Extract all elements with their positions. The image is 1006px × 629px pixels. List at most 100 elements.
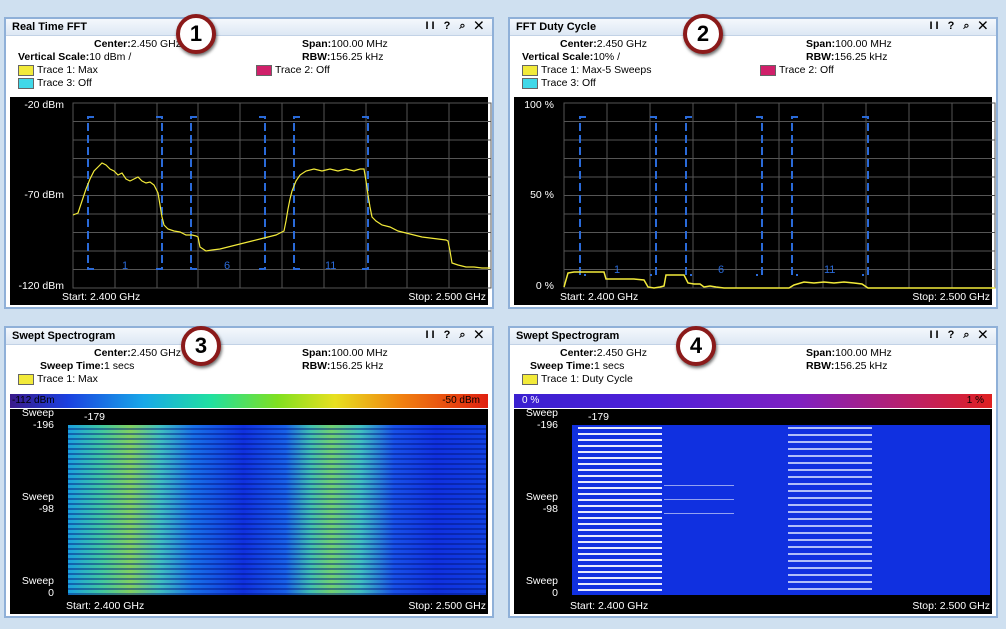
sweep-bottom-label: Sweep 0 — [10, 575, 54, 599]
callout-badge-3: 3 — [181, 326, 221, 366]
center-label: Center: — [94, 38, 131, 50]
sweep-word: Sweep — [21, 407, 54, 419]
span-label: Span: — [806, 38, 836, 50]
spectrogram-image — [572, 425, 990, 595]
trace1-legend[interactable]: Trace 1: Max — [18, 373, 98, 385]
y-axis-top-label: -20 dBm — [24, 99, 64, 111]
amplitude-color-scale[interactable]: -112 dBm -50 dBm — [10, 394, 488, 408]
span-value: 100.00 MHz — [835, 347, 892, 359]
stop-frequency: Stop: 2.500 GHz — [408, 600, 486, 612]
scale-max-label: -50 dBm — [442, 395, 480, 406]
marker-bar: -179 — [570, 409, 992, 425]
sweep-mid-value: -98 — [38, 503, 54, 515]
frequency-range: Start: 2.400 GHz Stop: 2.500 GHz — [514, 598, 992, 614]
swept-spectrogram-panel-duty-cycle: Swept Spectrogram II ? ⌕ ✕ Center:2.450 … — [508, 326, 998, 618]
trace3-swatch — [522, 77, 538, 89]
panel-titlebar[interactable]: Swept Spectrogram II ? ⌕ ✕ — [510, 328, 996, 345]
duty-cycle-color-scale[interactable]: 0 % 1 % — [514, 394, 992, 408]
rbw-label: RBW: — [806, 360, 835, 372]
sweep-word: Sweep — [21, 575, 54, 587]
trace2-swatch — [256, 64, 272, 76]
rbw-label: RBW: — [302, 51, 331, 63]
center-value: 2.450 GHz — [596, 347, 647, 359]
panel-titlebar[interactable]: Real Time FFT II ? ⌕ ✕ — [6, 19, 492, 36]
frequency-range: Start: 2.400 GHz Stop: 2.500 GHz — [514, 289, 992, 305]
spectrogram-plot[interactable]: -179 Sweep -196 Sweep -98 Sweep 0 Start: 2.… — [10, 407, 488, 614]
trace1-label: Trace 1: Max — [37, 373, 98, 385]
panel-controls[interactable]: II ? ⌕ ✕ — [929, 20, 990, 33]
sweep-word: Sweep — [525, 575, 558, 587]
marker-value: -179 — [84, 411, 106, 423]
sweep-time-value: 1 secs — [104, 360, 135, 372]
vertical-scale-value: 10% / — [593, 51, 621, 63]
marker-bar: -179 — [66, 409, 488, 425]
panel-titlebar[interactable]: Swept Spectrogram II ? ⌕ ✕ — [6, 328, 492, 345]
center-value: 2.450 GHz — [130, 38, 181, 50]
sweep-time-label: Sweep Time: — [530, 360, 594, 372]
marker-value: -179 — [588, 411, 610, 423]
vertical-scale-label: Vertical Scale: — [18, 51, 90, 63]
sweep-mid-label: Sweep -98 — [514, 491, 558, 515]
channel-label-11: 11 — [824, 264, 835, 276]
span-value: 100.00 MHz — [331, 38, 388, 50]
spectrogram-image — [68, 425, 486, 595]
duty-cycle-plot[interactable]: 1 6 11 100 % 50 % 0 % Start: 2.400 GHz S… — [514, 97, 996, 305]
trace1-legend[interactable]: Trace 1: Duty Cycle — [522, 373, 633, 385]
sweep-mid-label: Sweep -98 — [10, 491, 54, 515]
trace1-legend[interactable]: Trace 1: Max — [18, 64, 98, 76]
trace3-legend[interactable]: Trace 3: Off — [522, 77, 596, 89]
rbw-label: RBW: — [302, 360, 331, 372]
panel-titlebar[interactable]: FFT Duty Cycle II ? ⌕ ✕ — [510, 19, 996, 36]
trace1-label: Trace 1: Max-5 Sweeps — [541, 64, 652, 76]
channel-label-1: 1 — [122, 260, 128, 272]
panel-title: Swept Spectrogram — [12, 330, 116, 342]
sweep-mid-value: -98 — [542, 503, 558, 515]
channel-label-1: 1 — [614, 264, 620, 276]
channel-11-activity — [788, 427, 872, 593]
stop-frequency: Stop: 2.500 GHz — [912, 291, 990, 303]
center-value: 2.450 GHz — [130, 347, 181, 359]
trace3-label: Trace 3: Off — [37, 77, 92, 89]
panel-controls[interactable]: II ? ⌕ ✕ — [929, 329, 990, 342]
fft-graph: 1 6 11 — [72, 102, 492, 289]
trace2-legend[interactable]: Trace 2: Off — [760, 64, 834, 76]
sweep-word: Sweep — [525, 407, 558, 419]
panel-title: Real Time FFT — [12, 21, 87, 33]
sweep-top-label: Sweep -196 — [10, 407, 54, 431]
trace3-legend[interactable]: Trace 3: Off — [18, 77, 92, 89]
sweep-top-label: Sweep -196 — [514, 407, 558, 431]
grid — [72, 102, 492, 289]
fft-plot[interactable]: 1 6 11 -20 dBm -70 dBm -120 dBm Start: 2… — [10, 97, 492, 305]
trace1-swatch — [522, 373, 538, 385]
sweep-top-value: -196 — [536, 419, 558, 431]
trace3-swatch — [18, 77, 34, 89]
panel-controls[interactable]: II ? ⌕ ✕ — [425, 329, 486, 342]
panel-controls[interactable]: II ? ⌕ ✕ — [425, 20, 486, 33]
sweep-time-label: Sweep Time: — [40, 360, 104, 372]
trace1-label: Trace 1: Max — [37, 64, 98, 76]
sweep-word: Sweep — [525, 491, 558, 503]
grid — [563, 102, 996, 289]
panel-info: Center:2.450 GHz Span:100.00 MHz Sweep T… — [510, 345, 996, 395]
span-label: Span: — [302, 38, 332, 50]
rbw-value: 156.25 kHz — [834, 51, 888, 63]
fft-duty-cycle-panel: FFT Duty Cycle II ? ⌕ ✕ Center:2.450 GHz… — [508, 17, 998, 309]
trace1-swatch — [18, 373, 34, 385]
start-frequency: Start: 2.400 GHz — [62, 291, 141, 303]
scale-min-label: 0 % — [522, 395, 540, 406]
y-axis-top-label: 100 % — [524, 99, 554, 111]
trace1-legend[interactable]: Trace 1: Max-5 Sweeps — [522, 64, 652, 76]
spectrogram-plot[interactable]: -179 Sweep -196 Sweep -98 Sweep 0 Start: 2.… — [514, 407, 992, 614]
channel-6-activity — [664, 485, 734, 525]
real-time-fft-panel: Real Time FFT II ? ⌕ ✕ Center:2.450 GHz … — [4, 17, 494, 309]
panel-info: Center:2.450 GHz Span:100.00 MHz Vertica… — [6, 36, 492, 98]
rbw-label: RBW: — [806, 51, 835, 63]
scale-min-label: -112 dBm — [12, 395, 55, 406]
rbw-value: 156.25 kHz — [330, 360, 384, 372]
trace2-legend[interactable]: Trace 2: Off — [256, 64, 330, 76]
span-label: Span: — [806, 347, 836, 359]
trace2-label: Trace 2: Off — [779, 64, 834, 76]
center-label: Center: — [560, 38, 597, 50]
span-label: Span: — [302, 347, 332, 359]
vertical-scale-value: 10 dBm / — [89, 51, 132, 63]
